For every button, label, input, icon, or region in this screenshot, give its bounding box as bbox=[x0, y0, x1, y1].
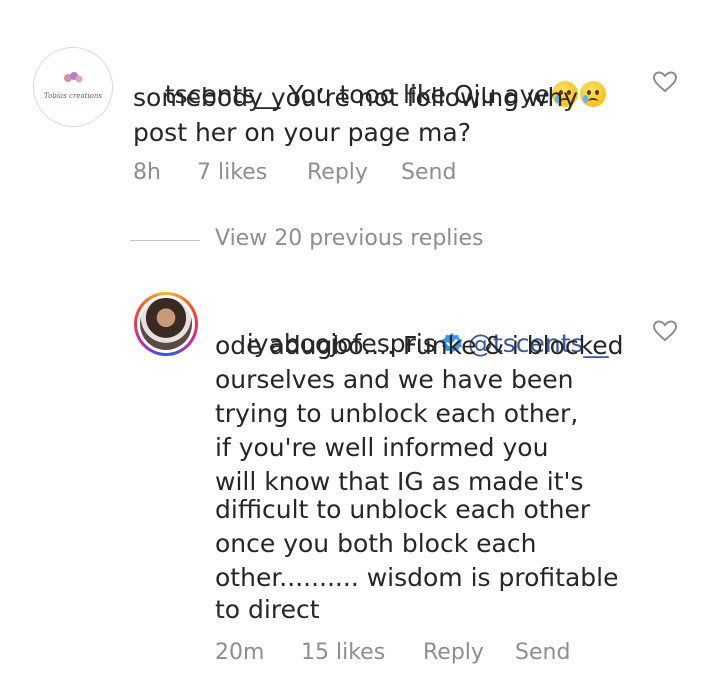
avatar[interactable]: Tobias creations bbox=[33, 47, 113, 127]
comment-line: to direct bbox=[215, 595, 320, 624]
heart-icon[interactable] bbox=[652, 70, 678, 94]
comment-text-line3: post her on your page ma? bbox=[133, 118, 471, 147]
comment-meta: 8h 7 likes Reply Send bbox=[133, 160, 456, 185]
comment-line: ourselves and we have been bbox=[215, 365, 574, 394]
comment-line: other.......... wisdom is profitable bbox=[215, 563, 619, 592]
crying-face-icon bbox=[579, 80, 606, 107]
avatar-label: Tobias creations bbox=[44, 92, 102, 100]
divider bbox=[130, 240, 200, 241]
view-previous-replies-link[interactable]: View 20 previous replies bbox=[215, 226, 484, 251]
heart-icon[interactable] bbox=[652, 319, 678, 343]
comment-line: trying to unblock each other, bbox=[215, 399, 579, 428]
comment-line: if you're well informed you bbox=[215, 433, 549, 462]
send-button[interactable]: Send bbox=[401, 160, 456, 185]
logo-icon bbox=[64, 72, 83, 83]
comment-text-line2: somebody you’re not following why bbox=[133, 83, 579, 112]
reply-button[interactable]: Reply bbox=[307, 160, 401, 185]
timestamp: 8h bbox=[133, 160, 161, 185]
likes-count[interactable]: 15 likes bbox=[301, 640, 423, 665]
comment-line: once you both block each bbox=[215, 529, 537, 558]
comment-line: ode adugbo.... Funke & i blocked bbox=[215, 331, 624, 360]
timestamp: 20m bbox=[215, 640, 265, 665]
likes-count[interactable]: 7 likes bbox=[197, 160, 307, 185]
reply-button[interactable]: Reply bbox=[423, 640, 515, 665]
send-button[interactable]: Send bbox=[515, 640, 570, 665]
comment-line: difficult to unblock each other bbox=[215, 495, 591, 524]
comment-meta: 20m 15 likes Reply Send bbox=[215, 640, 570, 665]
profile-photo bbox=[140, 298, 192, 350]
avatar[interactable] bbox=[134, 292, 198, 356]
